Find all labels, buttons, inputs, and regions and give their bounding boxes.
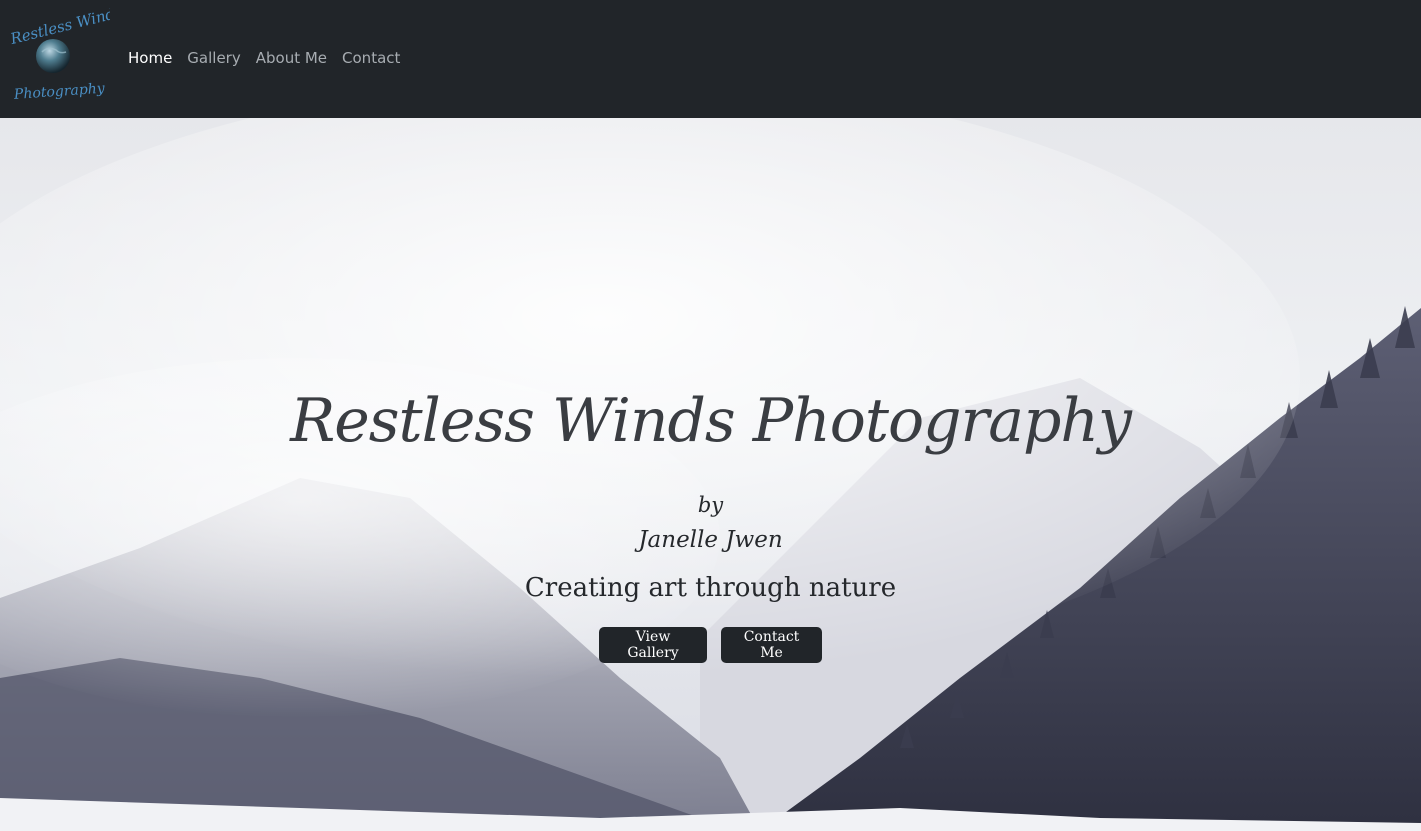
svg-text:Photography: Photography [12, 81, 106, 103]
nav-item-home[interactable]: Home [128, 48, 172, 68]
logo-image: Restless Winds Photography [8, 8, 110, 103]
navbar: Restless Winds Photography Home Gallery … [0, 0, 1421, 118]
nav-links: Home Gallery About Me Contact [128, 48, 415, 68]
nav-item-about-me[interactable]: About Me [256, 48, 327, 68]
contact-me-button[interactable]: Contact Me [721, 627, 822, 663]
brand-logo[interactable]: Restless Winds Photography [6, 8, 110, 108]
nav-item-contact[interactable]: Contact [342, 48, 400, 68]
hero-author-name: Janelle Jwen [638, 527, 783, 553]
nav-item-gallery[interactable]: Gallery [187, 48, 240, 68]
hero-tagline: Creating art through nature [524, 573, 897, 603]
hero-section: Restless Winds Photography by Janelle Jw… [0, 118, 1421, 831]
hero-buttons: View Gallery Contact Me [0, 627, 1421, 663]
hero-content: Restless Winds Photography by Janelle Jw… [0, 118, 1421, 831]
hero-by-text: by [697, 493, 724, 517]
view-gallery-button[interactable]: View Gallery [599, 627, 707, 663]
hero-title: Restless Winds Photography [290, 386, 1132, 456]
